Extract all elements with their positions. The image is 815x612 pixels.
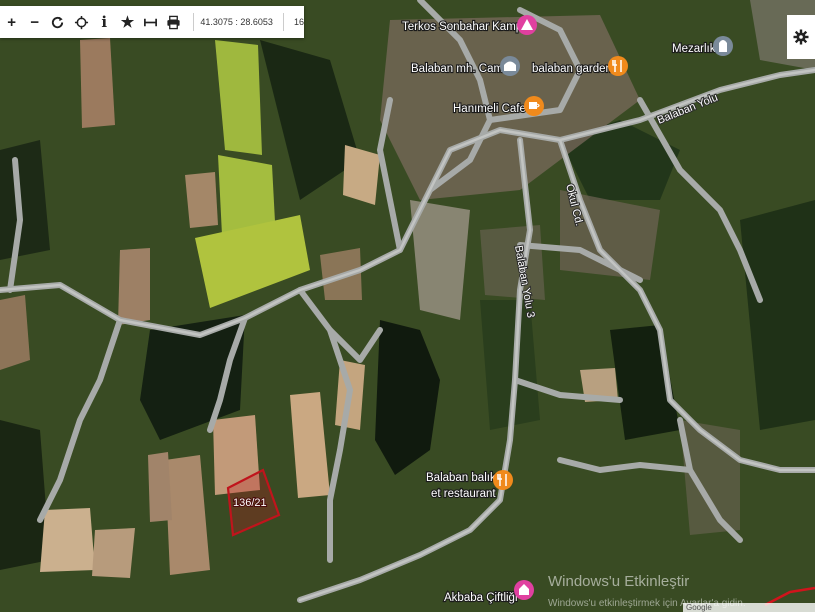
poi-label: Terkos Sonbahar Kampı <box>402 21 525 33</box>
star-icon: ★ <box>120 14 135 31</box>
zoom-level: 16 <box>282 13 304 31</box>
activation-watermark: Windows'u Etkinleştir <box>548 573 690 590</box>
print-icon <box>167 15 180 29</box>
coordinates-readout: 41.3075 : 28.6053 <box>193 13 273 31</box>
info-button[interactable]: i <box>93 6 116 38</box>
info-icon: i <box>101 13 108 31</box>
zoom-out-button[interactable]: − <box>23 6 46 38</box>
gear-icon <box>793 29 809 45</box>
poi-label: Mezarlık <box>672 43 716 55</box>
poi-label: Balaban balık <box>426 472 496 484</box>
restaurant-icon <box>608 56 628 76</box>
poi-label: Hanımeli Cafe <box>453 103 526 115</box>
restaurant-icon <box>493 470 513 490</box>
poi-label: balaban garden <box>532 63 612 75</box>
measure-button[interactable] <box>139 6 162 38</box>
zoom-in-button[interactable]: + <box>0 6 23 38</box>
parcel-label: 136/21 <box>233 497 267 509</box>
refresh-icon <box>52 16 64 28</box>
poi-label-line2: et restaurant <box>431 488 496 500</box>
measure-icon <box>144 18 158 26</box>
map-attribution[interactable]: Google <box>683 603 815 612</box>
settings-button[interactable] <box>787 15 815 59</box>
refresh-button[interactable] <box>46 6 69 38</box>
satellite-map[interactable]: 136/21 Balaban Yolu Okul Cd. Balaban Yol… <box>0 0 815 612</box>
favorite-button[interactable]: ★ <box>116 6 139 38</box>
poi-label: Balaban mh. Cami <box>411 63 506 75</box>
crosshair-icon <box>74 15 88 29</box>
minus-icon: − <box>30 13 40 31</box>
print-button[interactable] <box>162 6 185 38</box>
map-toolbar: + − i ★ 41.3075 : 28.6053 16 <box>0 6 304 38</box>
locate-button[interactable] <box>70 6 93 38</box>
plus-icon: + <box>7 13 16 31</box>
poi-label: Akbaba Çiftliği <box>444 592 518 604</box>
